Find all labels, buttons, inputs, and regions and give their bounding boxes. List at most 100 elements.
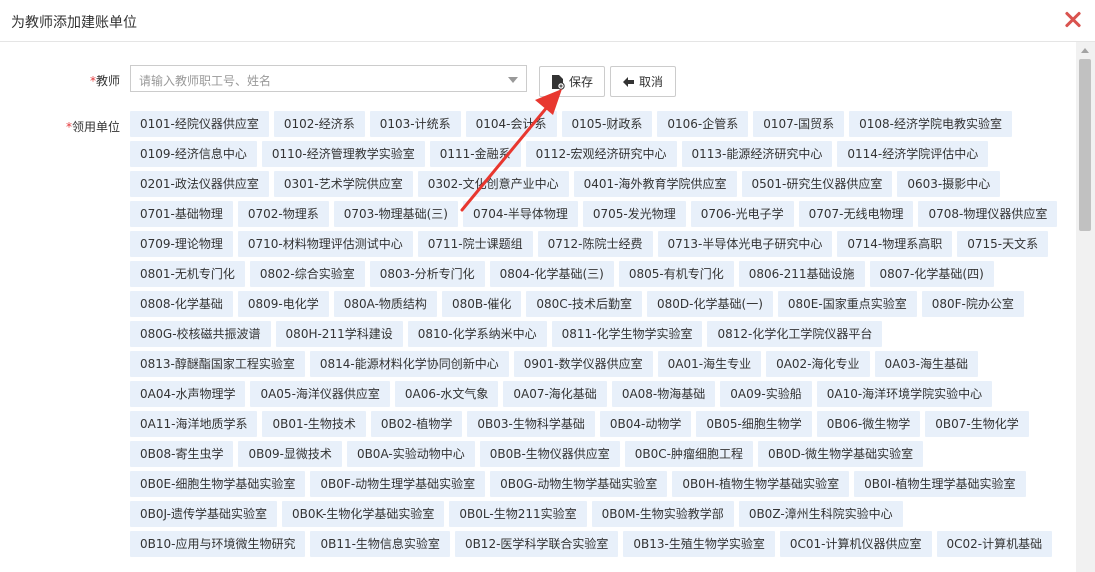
unit-tag[interactable]: 0810-化学系纳米中心 [407,321,547,347]
unit-tag[interactable]: 0302-文化创意产业中心 [417,171,569,197]
unit-tag[interactable]: 0B10-应用与环境微生物研究 [130,531,306,557]
unit-tag[interactable]: 0B0I-植物生理学基础实验室 [854,471,1026,497]
close-icon[interactable] [1062,9,1084,31]
unit-tag[interactable]: 0401-海外教育学院供应室 [573,171,737,197]
unit-tag[interactable]: 0703-物理基础(三) [333,201,458,227]
unit-tag[interactable]: 0811-化学生物学实验室 [551,321,703,347]
unit-tag[interactable]: 0B04-动物学 [599,411,692,437]
unit-tag[interactable]: 0B01-生物技术 [262,411,366,437]
unit-tag[interactable]: 0809-电化学 [237,291,329,317]
unit-tag[interactable]: 0B03-生物科学基础 [467,411,595,437]
unit-tag[interactable]: 080C-技术后勤室 [526,291,643,317]
unit-tag[interactable]: 0B12-医学科学联合实验室 [454,531,619,557]
unit-tag[interactable]: 0A03-海生基础 [874,351,978,377]
unit-tag[interactable]: 0803-分析专门化 [369,261,485,287]
unit-tag[interactable]: 0112-宏观经济研究中心 [525,141,677,167]
unit-tag[interactable]: 0108-经济学院电教实验室 [849,111,1012,137]
unit-tag[interactable]: 0812-化学化工学院仪器平台 [707,321,883,347]
unit-tag[interactable]: 0104-会计系 [465,111,557,137]
unit-tag[interactable]: 0603-摄影中心 [897,171,1001,197]
unit-tag[interactable]: 0713-半导体光电子研究中心 [657,231,833,257]
cancel-button[interactable]: 取消 [610,66,676,97]
unit-tag[interactable]: 0A09-实验船 [720,381,812,407]
unit-tag[interactable]: 0807-化学基础(四) [869,261,994,287]
chevron-down-icon[interactable] [508,77,518,83]
unit-tag[interactable]: 0704-半导体物理 [462,201,578,227]
unit-tag[interactable]: 0201-政法仪器供应室 [130,171,269,197]
unit-tag[interactable]: 0B0M-生物实验教学部 [591,501,734,527]
unit-tag[interactable]: 0708-物理仪器供应室 [918,201,1058,227]
unit-tag[interactable]: 0B05-细胞生物学 [696,411,812,437]
unit-tag[interactable]: 0B0F-动物生理学基础实验室 [310,471,486,497]
unit-tag[interactable]: 0710-材料物理评估测试中心 [237,231,413,257]
unit-tag[interactable]: 0709-理论物理 [130,231,233,257]
unit-tag[interactable]: 080H-211学科建设 [275,321,403,347]
unit-tag[interactable]: 0103-计统系 [369,111,461,137]
unit-tag[interactable]: 0501-研究生仪器供应室 [741,171,893,197]
unit-tag[interactable]: 0B0C-肿瘤细胞工程 [624,441,754,467]
unit-tag[interactable]: 0A05-海洋仪器供应室 [250,381,390,407]
unit-tag[interactable]: 0A01-海生专业 [657,351,762,377]
unit-tag[interactable]: 0B08-寄生虫学 [130,441,234,467]
unit-tag[interactable]: 0105-财政系 [561,111,653,137]
unit-tag[interactable]: 0B0A-实验动物中心 [346,441,475,467]
unit-tag[interactable]: 0B0E-细胞生物学基础实验室 [130,471,306,497]
teacher-select[interactable]: 请输入教师职工号、姓名 [130,65,527,92]
unit-tag[interactable]: 0805-有机专门化 [618,261,734,287]
save-button[interactable]: 保存 [539,66,605,97]
unit-tag[interactable]: 0B11-生物信息实验室 [310,531,450,557]
unit-tag[interactable]: 0301-艺术学院供应室 [273,171,413,197]
unit-tag[interactable]: 0706-光电子学 [690,201,794,227]
unit-tag[interactable]: 0804-化学基础(三) [489,261,614,287]
unit-tag[interactable]: 0A06-水文气象 [394,381,499,407]
unit-tag[interactable]: 0B0H-植物生物学基础实验室 [672,471,850,497]
unit-tag[interactable]: 0109-经济信息中心 [130,141,257,167]
unit-tag[interactable]: 080G-校核磁共振波谱 [130,321,271,347]
scrollbar-thumb[interactable] [1079,59,1091,231]
unit-tag[interactable]: 0702-物理系 [237,201,329,227]
unit-tag[interactable]: 080A-物质结构 [333,291,437,317]
unit-tag[interactable]: 0801-无机专门化 [130,261,245,287]
unit-tag[interactable]: 0B13-生殖生物学实验室 [623,531,775,557]
unit-tag[interactable]: 0B0B-生物仪器供应室 [479,441,620,467]
unit-tag[interactable]: 0A07-海化基础 [503,381,607,407]
unit-tag[interactable]: 0B0G-动物生物学基础实验室 [490,471,668,497]
unit-tag[interactable]: 0901-数学仪器供应室 [513,351,653,377]
unit-tag[interactable]: 080D-化学基础(一) [647,291,773,317]
unit-tag[interactable]: 0806-211基础设施 [738,261,865,287]
unit-tag[interactable]: 0A11-海洋地质学系 [130,411,258,437]
unit-tag[interactable]: 0A10-海洋环境学院实验中心 [816,381,993,407]
unit-tag[interactable]: 0B0K-生物化学基础实验室 [281,501,445,527]
unit-tag[interactable]: 0B06-微生物学 [816,411,921,437]
unit-tag[interactable]: 0B0D-微生物学基础实验室 [758,441,924,467]
unit-tag[interactable]: 0808-化学基础 [130,291,233,317]
unit-tag[interactable]: 0C01-计算机仪器供应室 [779,531,932,557]
vertical-scrollbar[interactable] [1076,42,1095,572]
unit-tag[interactable]: 0705-发光物理 [582,201,686,227]
unit-tag[interactable]: 0A02-海化专业 [766,351,870,377]
unit-tag[interactable]: 0B0J-遗传学基础实验室 [130,501,277,527]
unit-tag[interactable]: 080F-院办公室 [921,291,1024,317]
unit-tag[interactable]: 0110-经济管理教学实验室 [261,141,425,167]
unit-tag[interactable]: 0A08-物海基础 [611,381,716,407]
unit-tag[interactable]: 0101-经院仪器供应室 [130,111,269,137]
unit-tag[interactable]: 0B09-显微技术 [238,441,342,467]
unit-tag[interactable]: 0106-企管系 [657,111,749,137]
unit-tag[interactable]: 0B07-生物化学 [925,411,1029,437]
unit-tag[interactable]: 0813-醇醚酯国家工程实验室 [130,351,305,377]
unit-tag[interactable]: 0707-无线电物理 [798,201,914,227]
unit-tag[interactable]: 0712-陈院士经费 [537,231,653,257]
unit-tag[interactable]: 0715-天文系 [957,231,1049,257]
unit-tag[interactable]: 0802-综合实验室 [249,261,365,287]
unit-tag[interactable]: 0711-院士课题组 [417,231,533,257]
unit-tag[interactable]: 080E-国家重点实验室 [777,291,917,317]
unit-tag[interactable]: 0B0Z-漳州生科院实验中心 [738,501,903,527]
unit-tag[interactable]: 0714-物理系高职 [837,231,953,257]
scroll-up-icon[interactable] [1081,48,1089,53]
unit-tag[interactable]: 0107-国贸系 [753,111,845,137]
unit-tag[interactable]: 080B-催化 [441,291,522,317]
unit-tag[interactable]: 0701-基础物理 [130,201,233,227]
unit-tag[interactable]: 0C02-计算机基础 [936,531,1053,557]
unit-tag[interactable]: 0114-经济学院评估中心 [837,141,989,167]
unit-tag[interactable]: 0A04-水声物理学 [130,381,246,407]
